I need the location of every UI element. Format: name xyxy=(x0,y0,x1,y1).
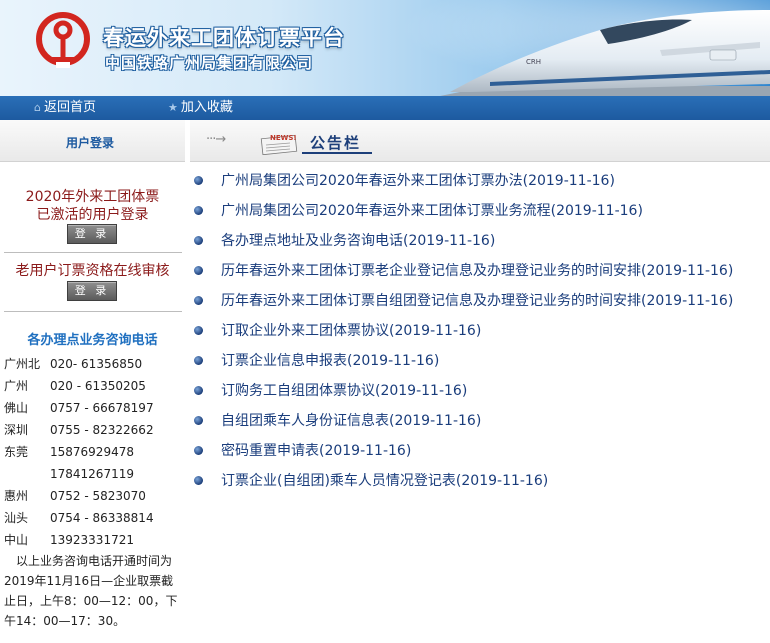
contact-row: 汕头 0754 - 86338814 xyxy=(4,507,184,529)
activated-login-line2: 已激活的用户登录 xyxy=(36,207,149,223)
contact-phone: 17841267119 xyxy=(50,467,134,481)
dotted-arrow-icon: ···→ xyxy=(206,132,226,147)
star-icon: ★ xyxy=(168,101,178,114)
home-icon: ⌂ xyxy=(34,101,41,114)
notice-item-label: 各办理点地址及业务咨询电话(2019-11-16) xyxy=(221,233,496,249)
bullet-icon xyxy=(194,326,203,335)
contact-row: 惠州 0752 - 5823070 xyxy=(4,485,184,507)
notice-item[interactable]: 订票企业(自组团)乘车人员情况登记表(2019-11-16) xyxy=(190,470,770,500)
login-heading: 用户登录 xyxy=(66,136,115,150)
notice-item[interactable]: 历年春运外来工团体订票老企业登记信息及办理登记业务的时间安排(2019-11-1… xyxy=(190,260,770,290)
train-image: CRH xyxy=(440,10,770,96)
notice-item[interactable]: 历年春运外来工团体订票自组团登记信息及办理登记业务的时间安排(2019-11-1… xyxy=(190,290,770,320)
contact-city: 佛山 xyxy=(4,401,29,415)
notice-item[interactable]: 订购务工自组团体票协议(2019-11-16) xyxy=(190,380,770,410)
contact-phone: 0754 - 86338814 xyxy=(50,511,154,525)
contact-phone: 0757 - 66678197 xyxy=(50,401,154,415)
contact-list: 广州北 020- 61356850 广州 020 - 61350205 佛山 0757… xyxy=(4,353,184,551)
notice-item[interactable]: 各办理点地址及业务咨询电话(2019-11-16) xyxy=(190,230,770,260)
contact-phone: 020 - 61350205 xyxy=(50,379,146,393)
notice-item-label: 密码重置申请表(2019-11-16) xyxy=(221,443,412,459)
notice-item[interactable]: 密码重置申请表(2019-11-16) xyxy=(190,440,770,470)
train-label: CRH xyxy=(526,58,541,66)
notice-item-label: 订购务工自组团体票协议(2019-11-16) xyxy=(221,383,468,399)
contact-row: 广州 020 - 61350205 xyxy=(4,375,184,397)
news-icon: NEWS! xyxy=(260,134,298,155)
nav-home-link[interactable]: ⌂ 返回首页 xyxy=(34,96,96,120)
bullet-icon xyxy=(194,236,203,245)
review-title: 老用户订票资格在线审核 xyxy=(15,263,170,279)
contact-hours-note: 以上业务咨询电话开通时间为2019年11月16日—企业取票截止日，上午8：00—… xyxy=(4,554,178,628)
contact-city: 中山 xyxy=(4,533,29,547)
bullet-icon xyxy=(194,176,203,185)
contact-row: 广州北 020- 61356850 xyxy=(4,353,184,375)
activated-login-title: 2020年外来工团体票 已激活的用户登录 xyxy=(0,188,185,224)
contact-phone: 15876929478 xyxy=(50,445,134,459)
notice-item-label: 自组团乘车人身份证信息表(2019-11-16) xyxy=(221,413,482,429)
contact-city: 东莞 xyxy=(4,445,29,459)
contact-city: 惠州 xyxy=(4,489,29,503)
contact-row: 深圳 0755 - 82322662 xyxy=(4,419,184,441)
contact-row: 佛山 0757 - 66678197 xyxy=(4,397,184,419)
bullet-icon xyxy=(194,446,203,455)
notice-item-label: 历年春运外来工团体订票老企业登记信息及办理登记业务的时间安排(2019-11-1… xyxy=(221,263,734,279)
notice-item-label: 广州局集团公司2020年春运外来工团体订票办法(2019-11-16) xyxy=(221,173,615,189)
activated-login-button[interactable]: 登 录 xyxy=(67,224,117,244)
left-sidebar: 用户登录 2020年外来工团体票 已激活的用户登录 登 录 老用户订票资格在线审… xyxy=(0,120,185,643)
notice-title-underline xyxy=(302,152,372,154)
notice-item[interactable]: 广州局集团公司2020年春运外来工团体订票业务流程(2019-11-16) xyxy=(190,200,770,230)
railway-logo-icon xyxy=(36,12,90,68)
notice-panel: ···→ NEWS! 公告栏 广州局集团公司2020年春运外来工团体订票办法(2… xyxy=(190,120,770,643)
contact-title: 各办理点业务咨询电话 xyxy=(27,333,158,348)
nav-bar: ⌂ 返回首页 ★ 加入收藏 xyxy=(0,96,770,120)
contact-row: 17841267119 xyxy=(4,463,184,485)
notice-title: 公告栏 xyxy=(310,134,362,152)
contact-phone: 0755 - 82322662 xyxy=(50,423,154,437)
notice-item-label: 订票企业信息申报表(2019-11-16) xyxy=(221,353,440,369)
bullet-icon xyxy=(194,476,203,485)
contact-phone: 020- 61356850 xyxy=(50,357,143,371)
contact-row: 中山 13923331721 xyxy=(4,529,184,551)
contact-row: 东莞 15876929478 xyxy=(4,441,184,463)
review-login-button[interactable]: 登 录 xyxy=(67,281,117,301)
contact-city: 深圳 xyxy=(4,423,29,437)
bullet-icon xyxy=(194,206,203,215)
bullet-icon xyxy=(194,416,203,425)
bullet-icon xyxy=(194,386,203,395)
notice-item[interactable]: 自组团乘车人身份证信息表(2019-11-16) xyxy=(190,410,770,440)
notice-item[interactable]: 广州局集团公司2020年春运外来工团体订票办法(2019-11-16) xyxy=(190,170,770,200)
bullet-icon xyxy=(194,266,203,275)
contact-city xyxy=(4,463,50,485)
site-title: 春运外来工团体订票平台 xyxy=(103,26,345,50)
notice-item-label: 订票企业(自组团)乘车人员情况登记表(2019-11-16) xyxy=(221,473,549,489)
site-subtitle: 中国铁路广州局集团有限公司 xyxy=(105,54,314,72)
nav-home-label: 返回首页 xyxy=(43,100,96,115)
notice-item-label: 广州局集团公司2020年春运外来工团体订票业务流程(2019-11-16) xyxy=(221,203,643,219)
news-badge-text: NEWS! xyxy=(270,134,297,142)
activated-login-line1: 2020年外来工团体票 xyxy=(25,189,160,205)
notice-heading-bar: ···→ NEWS! 公告栏 xyxy=(190,120,770,162)
contact-city: 广州 xyxy=(4,379,29,393)
nav-favorite-label: 加入收藏 xyxy=(180,100,233,115)
nav-favorite-link[interactable]: ★ 加入收藏 xyxy=(168,96,233,120)
notice-item[interactable]: 订票企业信息申报表(2019-11-16) xyxy=(190,350,770,380)
header-banner: 春运外来工团体订票平台 中国铁路广州局集团有限公司 CRH xyxy=(0,0,770,96)
notice-item-label: 订取企业外来工团体票协议(2019-11-16) xyxy=(221,323,482,339)
contact-phone: 13923331721 xyxy=(50,533,134,547)
notice-item[interactable]: 订取企业外来工团体票协议(2019-11-16) xyxy=(190,320,770,350)
login-heading-bar: 用户登录 xyxy=(0,120,185,162)
bullet-icon xyxy=(194,356,203,365)
contact-city: 广州北 xyxy=(4,357,41,371)
bullet-icon xyxy=(194,296,203,305)
notice-list: 广州局集团公司2020年春运外来工团体订票办法(2019-11-16) 广州局集… xyxy=(190,170,770,500)
contact-phone: 0752 - 5823070 xyxy=(50,489,146,503)
left-divider-2 xyxy=(4,311,182,312)
left-divider-1 xyxy=(4,252,182,253)
notice-item-label: 历年春运外来工团体订票自组团登记信息及办理登记业务的时间安排(2019-11-1… xyxy=(221,293,734,309)
contact-city: 汕头 xyxy=(4,511,29,525)
